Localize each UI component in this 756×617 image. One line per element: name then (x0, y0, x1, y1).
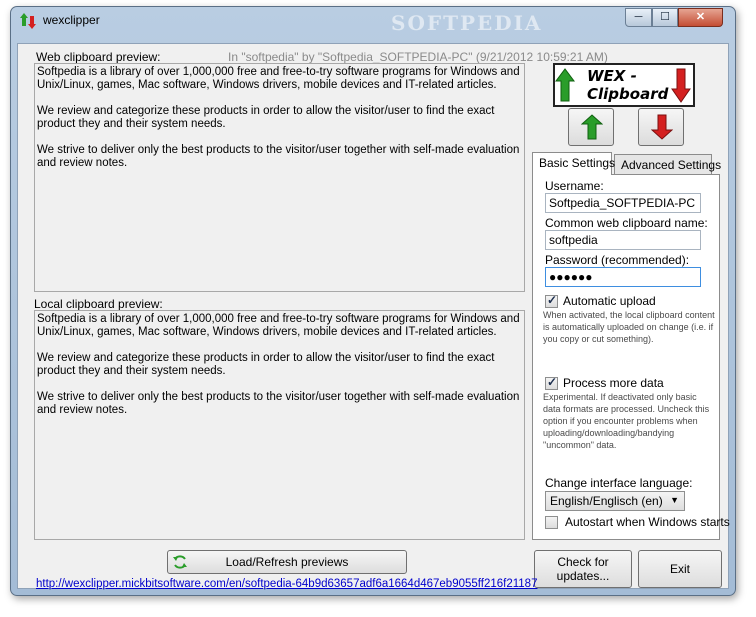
load-refresh-label: Load/Refresh previews (225, 555, 349, 569)
minimize-button[interactable]: ─ (625, 8, 652, 27)
logo-text: WEX - Clipboard (587, 67, 668, 103)
web-preview-paragraph: We review and categorize these products … (37, 105, 495, 130)
logo-text-line2: Clipboard (587, 85, 669, 103)
web-clipboard-link[interactable]: http://wexclipper.mickbitsoftware.com/en… (36, 578, 537, 590)
automatic-upload-label: Automatic upload (563, 294, 656, 308)
process-more-data-hint: Experimental. If deactivated only basic … (543, 392, 710, 450)
exit-button[interactable]: Exit (638, 550, 722, 588)
check-mark-icon: ✓ (547, 375, 558, 389)
softpedia-watermark: SOFTPEDIA (391, 11, 543, 35)
wexclipper-app-icon (19, 12, 37, 30)
close-button[interactable]: ✕ (678, 8, 723, 27)
autostart-checkbox[interactable] (545, 516, 558, 529)
language-selected-value: English/Englisch (en) (550, 494, 663, 508)
language-label: Change interface language: (545, 476, 693, 490)
upload-button[interactable] (568, 108, 614, 146)
green-up-arrow-icon (581, 114, 603, 140)
tab-advanced-settings[interactable]: Advanced Settings (614, 154, 721, 174)
local-clipboard-preview[interactable]: Softpedia is a library of over 1,000,000… (34, 310, 525, 540)
title-bar[interactable]: wexclipper SOFTPEDIA ─ ☐ ✕ (11, 7, 735, 35)
load-refresh-previews-button[interactable]: Load/Refresh previews (167, 550, 407, 574)
window-title: wexclipper (43, 13, 100, 27)
clipboard-name-label: Common web clipboard name: (545, 216, 708, 230)
app-window: wexclipper SOFTPEDIA ─ ☐ ✕ Web clipboard… (10, 6, 736, 596)
basic-settings-panel: Username: Softpedia_SOFTPEDIA-PC Common … (532, 174, 730, 540)
web-preview-paragraph: We strive to deliver only the best produ… (37, 144, 520, 169)
clipboard-name-field[interactable]: softpedia (545, 230, 701, 250)
process-more-data-label: Process more data (563, 376, 664, 390)
check-mark-icon: ✓ (547, 293, 558, 307)
web-preview-paragraph: Softpedia is a library of over 1,000,000… (37, 66, 520, 91)
autostart-label: Autostart when Windows starts (565, 515, 730, 529)
red-down-arrow-icon (651, 114, 673, 140)
password-field[interactable]: ●●●●●● (545, 267, 701, 287)
local-preview-paragraph: We review and categorize these products … (37, 352, 495, 377)
password-label: Password (recommended): (545, 253, 690, 267)
language-select[interactable]: English/Englisch (en) ▼ (545, 491, 685, 511)
local-preview-paragraph: We strive to deliver only the best produ… (37, 391, 520, 416)
username-field[interactable]: Softpedia_SOFTPEDIA-PC (545, 193, 701, 213)
web-clipboard-preview[interactable]: Softpedia is a library of over 1,000,000… (34, 63, 525, 292)
local-preview-paragraph: Softpedia is a library of over 1,000,000… (37, 313, 520, 338)
automatic-upload-hint: When activated, the local clipboard cont… (543, 310, 715, 344)
maximize-button[interactable]: ☐ (652, 8, 678, 27)
refresh-icon (173, 555, 187, 569)
logo-text-line1: WEX - (587, 67, 637, 85)
dropdown-arrow-icon: ▼ (670, 495, 679, 505)
download-button[interactable] (638, 108, 684, 146)
process-more-data-checkbox[interactable]: ✓ (545, 375, 558, 390)
automatic-upload-checkbox[interactable]: ✓ (545, 293, 558, 308)
web-preview-meta: In "softpedia" by "Softpedia_SOFTPEDIA-P… (228, 50, 608, 64)
local-preview-label: Local clipboard preview: (34, 297, 163, 311)
check-updates-line1: Check for (557, 555, 609, 569)
username-label: Username: (545, 179, 604, 193)
check-updates-line2: updates... (556, 569, 610, 583)
client-area: Web clipboard preview: In "softpedia" by… (17, 43, 730, 590)
wex-clipboard-logo: WEX - Clipboard (553, 63, 695, 107)
check-for-updates-button[interactable]: Check for updates... (534, 550, 632, 588)
web-preview-label: Web clipboard preview: (36, 50, 161, 64)
tab-basic-settings[interactable]: Basic Settings (532, 152, 615, 175)
